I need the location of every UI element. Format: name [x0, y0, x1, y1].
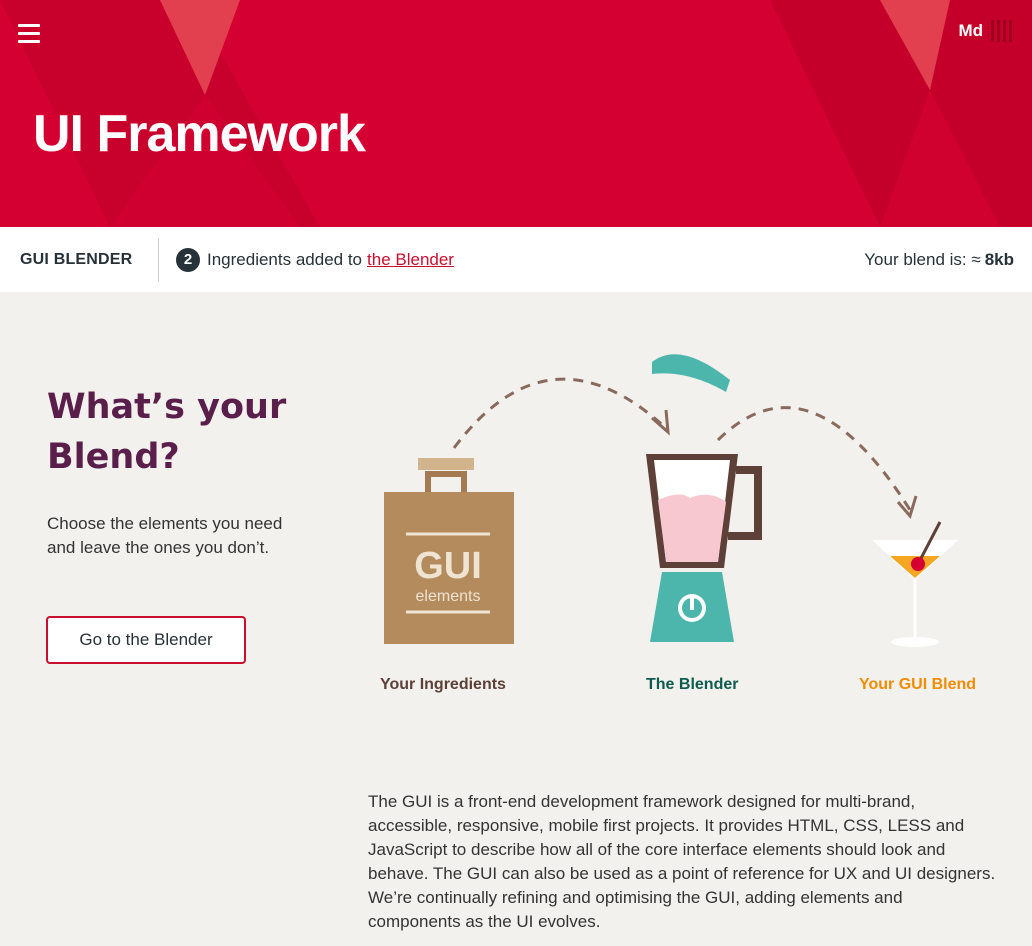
- caption-the-blender: The Blender: [646, 676, 739, 693]
- hamburger-icon[interactable]: [18, 24, 40, 44]
- blend-size-label: Your blend is: ≈: [864, 249, 981, 269]
- brand-bars-icon: [991, 20, 1012, 42]
- page-title: UI Framework: [33, 104, 366, 164]
- gui-blender-label: GUI BLENDER: [20, 250, 133, 268]
- page-title-strong: UI: [33, 105, 84, 163]
- bag-icon: GUI elements: [384, 458, 514, 644]
- blend-illustration: GUI elements: [384, 354, 958, 647]
- brand-text: Md: [958, 21, 983, 40]
- brand-logo[interactable]: Md: [958, 20, 1012, 42]
- arc-bag-to-blender: [452, 377, 670, 449]
- page-header: Md UI Framework: [0, 0, 1032, 227]
- go-to-blender-button[interactable]: Go to the Blender: [46, 616, 246, 664]
- intro-title: What’s your Blend?: [47, 387, 287, 477]
- caption-your-ingredients: Your Ingredients: [380, 676, 506, 693]
- caption-your-gui-blend: Your GUI Blend: [859, 676, 977, 693]
- gui-blender-bar: GUI BLENDER 2 Ingredients added to the B…: [0, 227, 1032, 292]
- framework-description: The GUI is a front-end development frame…: [368, 792, 996, 931]
- blender-link[interactable]: the Blender: [367, 250, 454, 270]
- blender-lid: [652, 354, 730, 392]
- bag-text: GUI: [414, 545, 482, 587]
- divider: [158, 237, 159, 282]
- bag-subtext: elements: [416, 588, 481, 605]
- ingredients-count: 2 Ingredients added to the Blender: [176, 247, 454, 272]
- cocktail-glass-icon: [872, 521, 958, 647]
- page-title-rest: Framework: [96, 105, 365, 163]
- blend-size-value: 8kb: [984, 249, 1014, 269]
- blend-size: Your blend is: ≈8kb: [864, 250, 1014, 270]
- count-badge: 2: [176, 247, 200, 272]
- intro-text: Choose the elements you need and leave t…: [47, 514, 283, 557]
- arc-blender-to-glass: [716, 406, 912, 511]
- ingredients-text: Ingredients added to: [207, 249, 363, 269]
- blender-icon: [646, 354, 762, 642]
